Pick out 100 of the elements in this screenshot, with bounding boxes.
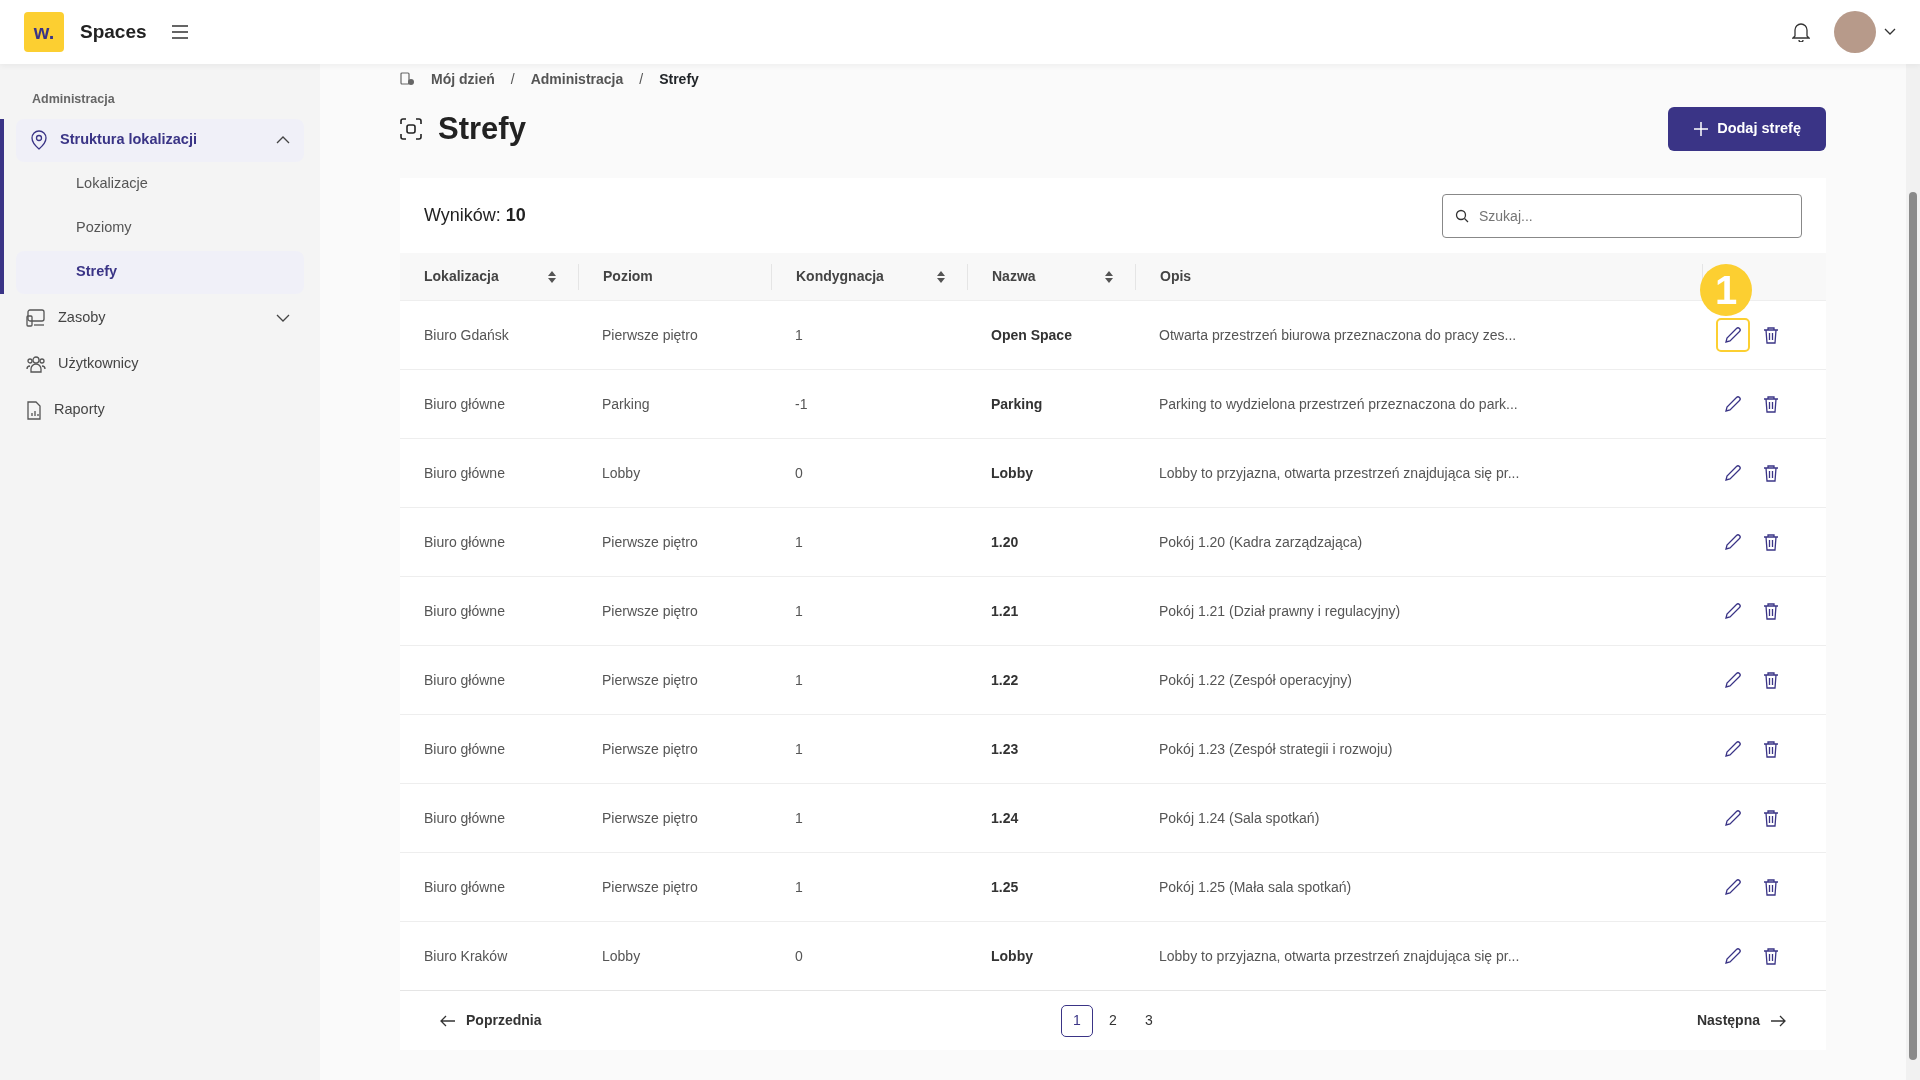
notification-bell-icon[interactable] — [1792, 22, 1810, 42]
breadcrumb-separator: / — [510, 69, 515, 89]
table-cell-text: Biuro Kraków — [423, 946, 509, 966]
sort-icon[interactable] — [937, 270, 945, 283]
sidebar-item[interactable]: Zasoby — [12, 296, 304, 340]
pencil-icon — [1724, 533, 1742, 551]
edit-button[interactable] — [1716, 318, 1750, 352]
sort-icon[interactable] — [1105, 270, 1113, 283]
pencil-icon — [1724, 809, 1742, 827]
pencil-icon — [1724, 947, 1742, 965]
page-button[interactable]: 1 — [1061, 1004, 1093, 1037]
breadcrumb-link[interactable]: Administracja — [530, 68, 624, 90]
pencil-icon — [1724, 464, 1742, 482]
table-cell-text: Pokój 1.21 (Dział prawny i regulacyjny) — [1158, 601, 1402, 621]
table-cell-text: 1 — [794, 877, 804, 897]
table-cell-text: Parking to wydzielona przestrzeń przeznaczona do park... — [1158, 394, 1519, 414]
table-cell-text: Pokój 1.20 (Kadra zarządzająca) — [1158, 532, 1364, 552]
search-field[interactable]: Szukaj... — [1442, 193, 1802, 238]
table-cell-text: Otwarta przestrzeń biurowa przeznaczona do pracy zes... — [1158, 325, 1518, 345]
table-cell-text: 1.22 — [990, 670, 1020, 690]
table-cell-text: 1 — [794, 325, 804, 345]
table-cell-text: 0 — [794, 946, 804, 966]
column-header[interactable]: Kondygnacja — [796, 266, 884, 287]
table-cell-text: -1 — [794, 394, 809, 414]
pencil-icon — [1724, 740, 1742, 758]
sidebar-subitem[interactable]: Poziomy — [16, 206, 304, 250]
table-cell-text: Lobby — [990, 946, 1034, 966]
page-button[interactable]: 3 — [1133, 1004, 1165, 1037]
breadcrumb-link[interactable]: Mój dzień — [431, 68, 495, 90]
table-cell-text: Biuro główne — [423, 877, 506, 897]
sort-icon[interactable] — [548, 270, 556, 283]
sidebar-subitem[interactable]: Lokalizacje — [16, 162, 304, 206]
trash-icon — [1763, 947, 1779, 965]
arrow-right-icon — [1770, 1014, 1786, 1027]
table-cell-text: Pokój 1.24 (Sala spotkań) — [1158, 808, 1321, 828]
trash-icon — [1763, 740, 1779, 758]
table-cell-text: 1 — [794, 670, 804, 690]
sidebar-subitem[interactable]: Strefy — [16, 250, 304, 294]
table-cell-text: 0 — [794, 463, 804, 483]
sidebar-item[interactable]: Użytkownicy — [12, 342, 304, 386]
chevron-up-icon[interactable] — [276, 136, 290, 145]
table-cell-text: Biuro Gdańsk — [423, 325, 510, 345]
column-header[interactable]: Lokalizacja — [424, 266, 499, 287]
table-cell-text: Lobby — [601, 463, 642, 483]
pencil-icon — [1724, 878, 1742, 896]
chevron-down-icon[interactable] — [276, 314, 290, 323]
scrollbar[interactable] — [1906, 64, 1920, 1080]
table-cell-text: Pierwsze piętro — [601, 532, 699, 552]
table-cell-text: 1 — [794, 808, 804, 828]
table-cell-text: Biuro główne — [423, 532, 506, 552]
devices-icon — [26, 309, 46, 328]
table-cell-text: Pierwsze piętro — [601, 739, 699, 759]
table-cell-text: Pokój 1.22 (Zespół operacyjny) — [1158, 670, 1353, 690]
table-cell-text: Pokój 1.25 (Mała sala spotkań) — [1158, 877, 1353, 897]
table-cell-text: 1 — [794, 739, 804, 759]
report-document-icon — [26, 400, 42, 420]
page-button[interactable]: 2 — [1097, 1004, 1129, 1037]
search-icon — [1455, 208, 1469, 223]
trash-icon — [1763, 809, 1779, 827]
table-cell-text: Pierwsze piętro — [601, 670, 699, 690]
next-page-button[interactable]: Następna — [1652, 1009, 1792, 1032]
table-cell-text: Lobby — [601, 946, 642, 966]
trash-icon — [1763, 326, 1779, 344]
table-cell-text: Pierwsze piętro — [601, 325, 699, 345]
pencil-icon — [1724, 326, 1742, 344]
table-cell-text: 1.21 — [990, 601, 1020, 621]
section-label: Administracja — [31, 91, 116, 108]
previous-page-button[interactable]: Poprzednia — [434, 1009, 574, 1032]
table-cell-text: Lobby to przyjazna, otwarta przestrzeń znajdująca się pr... — [1158, 946, 1521, 966]
table-cell-text: 1.20 — [990, 532, 1020, 552]
table-cell-text: Pierwsze piętro — [601, 877, 699, 897]
table-cell-text: Pierwsze piętro — [601, 808, 699, 828]
table-cell-text: Parking — [601, 394, 651, 414]
chevron-down-icon[interactable] — [1884, 28, 1896, 36]
avatar[interactable] — [1834, 11, 1876, 53]
sidebar-item[interactable]: Struktura lokalizacji — [16, 118, 304, 162]
table-cell-text: 1.24 — [990, 808, 1020, 828]
menu-icon[interactable] — [170, 25, 189, 39]
table-cell-text: Biuro główne — [423, 601, 506, 621]
table-cell-text: 1.25 — [990, 877, 1020, 897]
pencil-icon — [1724, 602, 1742, 620]
sidebar-item[interactable]: Raporty — [12, 388, 304, 432]
table-cell-text: Pierwsze piętro — [601, 601, 699, 621]
table-cell-text: Biuro główne — [423, 463, 506, 483]
table-cell-text: Biuro główne — [423, 394, 506, 414]
table-cell-text: 1 — [794, 532, 804, 552]
users-icon — [26, 355, 46, 374]
plus-icon — [1693, 121, 1710, 137]
add-zone-button[interactable]: Dodaj strefę — [1668, 107, 1826, 151]
table-cell-text: Open Space — [990, 325, 1073, 345]
column-header[interactable]: Nazwa — [992, 266, 1036, 287]
trash-icon — [1763, 464, 1779, 482]
column-header: Poziom — [603, 267, 653, 286]
trash-icon — [1763, 671, 1779, 689]
pencil-icon — [1724, 671, 1742, 689]
breadcrumb-separator: / — [639, 69, 644, 89]
arrow-left-icon — [440, 1014, 456, 1027]
trash-icon — [1763, 533, 1779, 551]
trash-icon — [1763, 878, 1779, 896]
scan-frame-icon — [400, 118, 422, 140]
